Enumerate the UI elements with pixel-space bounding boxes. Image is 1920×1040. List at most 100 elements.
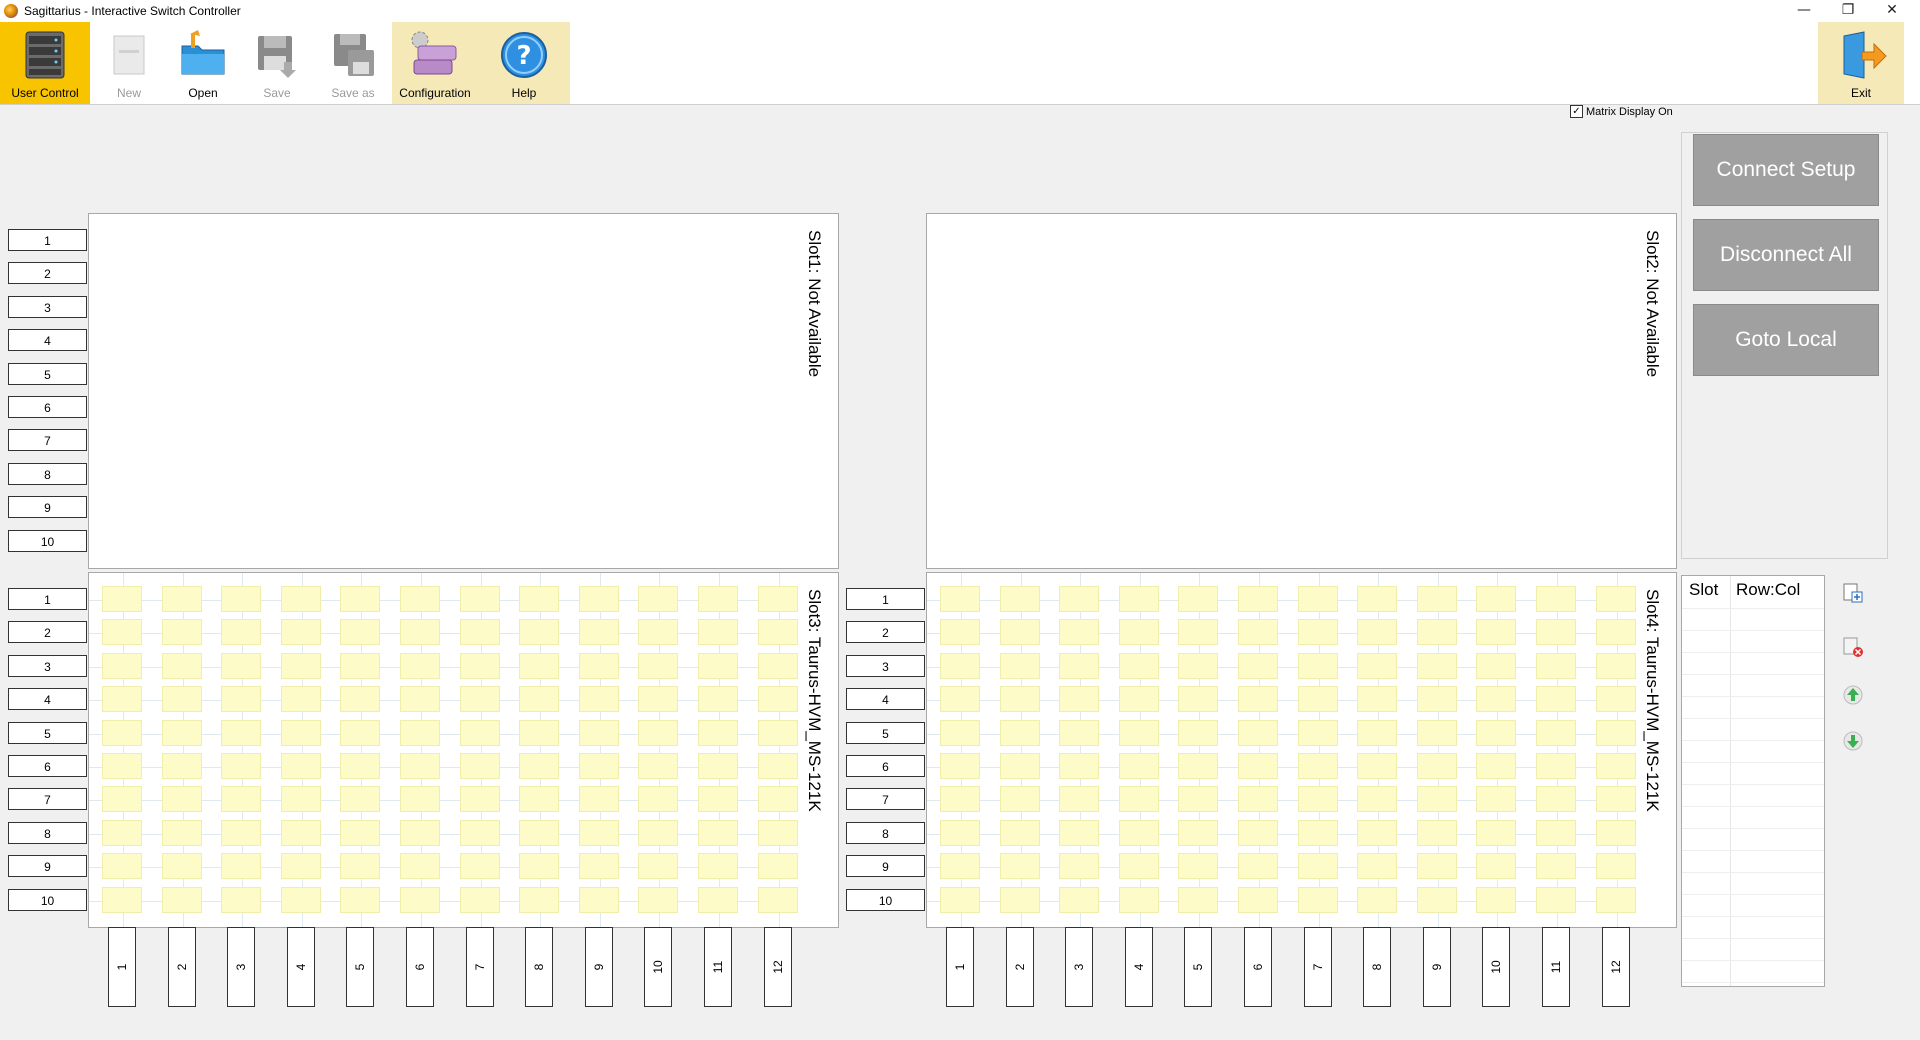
crosspoint-cell[interactable] [698,753,738,779]
crosspoint-cell[interactable] [161,786,202,813]
crosspoint-cell[interactable] [999,719,1040,746]
crosspoint-cell[interactable] [698,686,738,713]
crosspoint-cell[interactable] [221,719,262,746]
crosspoint-cell[interactable] [280,686,321,713]
connections-list[interactable]: Slot Row:Col [1681,575,1825,987]
crosspoint-cell[interactable] [1118,719,1159,746]
crosspoint-cell[interactable] [757,786,798,813]
crosspoint-cell[interactable] [1595,619,1636,646]
crosspoint-cell[interactable] [999,619,1040,646]
crosspoint-cell[interactable] [400,586,440,612]
crosspoint-cell[interactable] [1297,853,1338,880]
crosspoint-cell[interactable] [940,786,980,813]
crosspoint-cell[interactable] [340,619,381,646]
crosspoint-cell[interactable] [1238,819,1278,846]
crosspoint-cell[interactable] [1357,719,1398,746]
crosspoint-cell[interactable] [340,719,381,746]
crosspoint-cell[interactable] [1416,886,1457,913]
disconnect-all-button[interactable]: Disconnect All [1693,219,1879,291]
crosspoint-cell[interactable] [519,819,560,846]
move-down-icon[interactable] [1842,730,1864,752]
crosspoint-cell[interactable] [280,753,321,779]
crosspoint-cell[interactable] [102,719,142,746]
crosspoint-cell[interactable] [1178,853,1219,880]
crosspoint-cell[interactable] [578,619,619,646]
crosspoint-cell[interactable] [940,819,980,846]
help-button[interactable]: ? Help [478,22,570,104]
crosspoint-cell[interactable] [999,853,1040,880]
crosspoint-cell[interactable] [459,719,500,746]
crosspoint-cell[interactable] [161,586,202,612]
crosspoint-cell[interactable] [1118,686,1159,713]
crosspoint-cell[interactable] [1118,652,1159,679]
crosspoint-cell[interactable] [1238,753,1278,779]
crosspoint-cell[interactable] [1416,853,1457,880]
crosspoint-cell[interactable] [221,619,262,646]
crosspoint-cell[interactable] [1416,586,1457,612]
crosspoint-cell[interactable] [340,652,381,679]
crosspoint-cell[interactable] [519,586,560,612]
crosspoint-cell[interactable] [1178,619,1219,646]
crosspoint-cell[interactable] [1178,719,1219,746]
crosspoint-cell[interactable] [280,853,321,880]
crosspoint-cell[interactable] [519,686,560,713]
crosspoint-cell[interactable] [161,686,202,713]
crosspoint-cell[interactable] [280,886,321,913]
crosspoint-cell[interactable] [1238,619,1278,646]
crosspoint-cell[interactable] [578,652,619,679]
crosspoint-cell[interactable] [102,753,142,779]
crosspoint-cell[interactable] [940,686,980,713]
crosspoint-cell[interactable] [459,753,500,779]
crosspoint-cell[interactable] [1297,619,1338,646]
crosspoint-cell[interactable] [519,786,560,813]
crosspoint-cell[interactable] [459,619,500,646]
save-button[interactable]: Save [242,22,312,104]
open-button[interactable]: Open [168,22,238,104]
crosspoint-cell[interactable] [1416,819,1457,846]
crosspoint-cell[interactable] [221,786,262,813]
crosspoint-cell[interactable] [280,652,321,679]
crosspoint-cell[interactable] [1238,886,1278,913]
crosspoint-cell[interactable] [757,886,798,913]
crosspoint-cell[interactable] [1238,719,1278,746]
crosspoint-cell[interactable] [400,819,440,846]
crosspoint-cell[interactable] [1357,586,1398,612]
crosspoint-cell[interactable] [1059,619,1100,646]
crosspoint-cell[interactable] [1476,586,1517,612]
goto-local-button[interactable]: Goto Local [1693,304,1879,376]
crosspoint-cell[interactable] [1595,853,1636,880]
crosspoint-cell[interactable] [1595,786,1636,813]
crosspoint-cell[interactable] [757,652,798,679]
crosspoint-cell[interactable] [1059,853,1100,880]
crosspoint-cell[interactable] [1536,753,1576,779]
crosspoint-cell[interactable] [340,586,381,612]
crosspoint-cell[interactable] [1059,586,1100,612]
crosspoint-cell[interactable] [400,886,440,913]
crosspoint-cell[interactable] [221,753,262,779]
crosspoint-cell[interactable] [161,753,202,779]
crosspoint-cell[interactable] [1118,786,1159,813]
crosspoint-cell[interactable] [102,853,142,880]
crosspoint-cell[interactable] [340,686,381,713]
crosspoint-cell[interactable] [519,853,560,880]
crosspoint-cell[interactable] [221,819,262,846]
crosspoint-cell[interactable] [1416,719,1457,746]
crosspoint-cell[interactable] [578,819,619,846]
crosspoint-cell[interactable] [1118,619,1159,646]
crosspoint-cell[interactable] [1238,586,1278,612]
crosspoint-cell[interactable] [400,786,440,813]
connect-setup-button[interactable]: Connect Setup [1693,134,1879,206]
crosspoint-cell[interactable] [1357,753,1398,779]
crosspoint-cell[interactable] [999,753,1040,779]
crosspoint-cell[interactable] [1059,719,1100,746]
crosspoint-cell[interactable] [1118,586,1159,612]
crosspoint-cell[interactable] [1059,886,1100,913]
crosspoint-cell[interactable] [698,819,738,846]
crosspoint-cell[interactable] [698,586,738,612]
crosspoint-cell[interactable] [698,853,738,880]
crosspoint-cell[interactable] [1118,886,1159,913]
crosspoint-cell[interactable] [161,719,202,746]
crosspoint-cell[interactable] [1476,686,1517,713]
crosspoint-cell[interactable] [459,786,500,813]
crosspoint-cell[interactable] [161,652,202,679]
